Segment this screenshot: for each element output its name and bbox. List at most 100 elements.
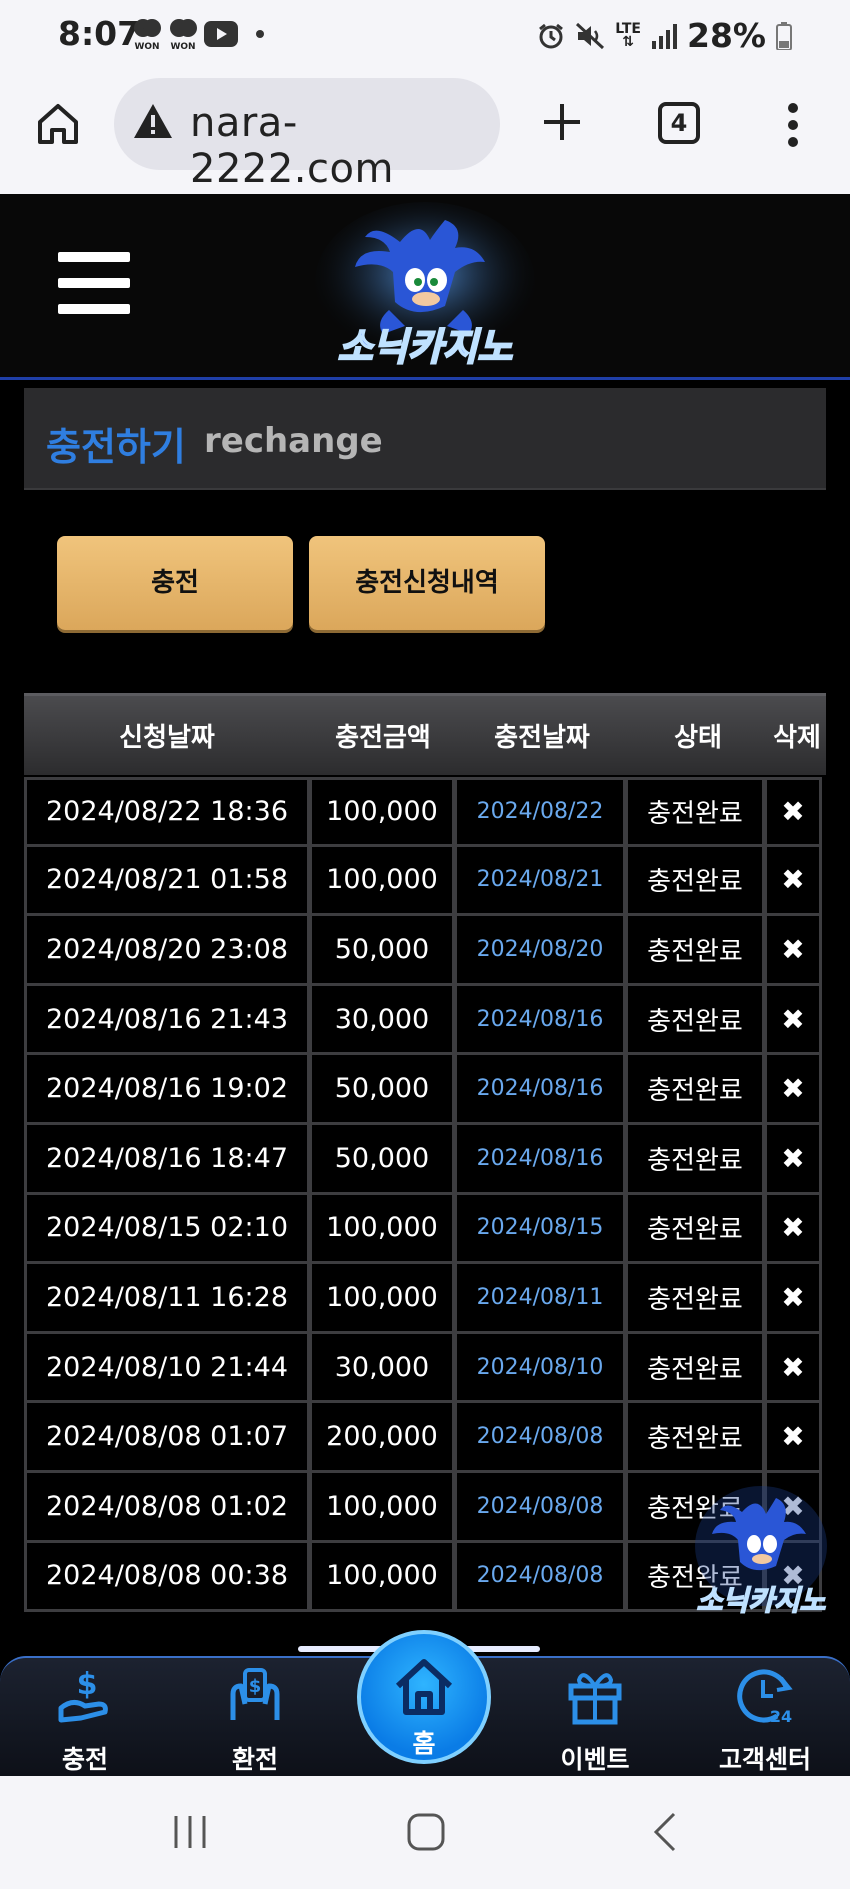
home-nav-icon[interactable] [406,1812,446,1852]
table-row: 2024/08/22 18:36 100,000 2024/08/22 충전완료 ✖ [24,777,826,847]
battery-icon [776,21,792,50]
request-date-cell: 2024/08/15 02:10 [24,1194,310,1265]
delete-icon[interactable]: ✖ [764,1264,822,1334]
charge-date-cell: 2024/08/16 [454,985,626,1056]
table-row: 2024/08/11 16:28 100,000 2024/08/11 충전완료 ✖ [24,1264,826,1334]
request-date-cell: 2024/08/10 21:44 [24,1333,310,1404]
charge-date-cell: 2024/08/20 [454,916,626,986]
floating-mascot-logo[interactable]: 소닉카지노 [692,1482,830,1620]
nav-exchange[interactable]: $ 환전 [190,1658,320,1778]
nav-home-button[interactable]: 홈 [357,1630,491,1764]
site-header: 소닉카지노 [0,194,850,380]
status-cell: 충전완료 [625,777,765,847]
logo-text: 소닉카지노 [338,325,513,369]
status-cell: 충전완료 [625,916,765,986]
sonic-casino-logo[interactable]: 소닉카지노 [305,202,545,372]
delete-icon[interactable]: ✖ [764,985,822,1056]
nav-home-label: 홈 [412,1729,436,1758]
not-secure-warning-icon[interactable] [132,102,174,140]
delete-icon[interactable]: ✖ [764,1055,822,1125]
request-date-cell: 2024/08/16 18:47 [24,1124,310,1195]
nav-charge[interactable]: $ 충전 [20,1658,150,1778]
hamburger-menu-icon[interactable] [58,252,130,314]
header-request-date: 신청날짜 [119,723,215,753]
new-tab-icon[interactable] [540,100,584,144]
request-date-cell: 2024/08/11 16:28 [24,1264,310,1334]
charge-date-cell: 2024/08/22 [454,777,626,847]
status-cell: 충전완료 [625,1124,765,1195]
nav-event[interactable]: 이벤트 [530,1658,660,1778]
address-bar[interactable]: nara-2222.com [114,78,500,192]
won-notification-icon: WON [132,18,162,52]
lte-indicator: LTE ⇅ [615,20,641,50]
overflow-menu-icon[interactable] [787,102,799,148]
amount-cell: 50,000 [309,1055,455,1125]
tab-switcher-button[interactable]: 4 [658,102,700,144]
request-date-cell: 2024/08/08 01:07 [24,1403,310,1473]
notification-icons: WON WON [132,18,264,52]
mascot-logo-text: 소닉카지노 [697,1584,826,1617]
request-date-cell: 2024/08/22 18:36 [24,777,310,847]
system-nav-bar [0,1776,850,1889]
delete-icon[interactable]: ✖ [764,846,822,917]
youtube-icon [204,21,238,47]
header-charge-date: 충전날짜 [494,723,590,753]
status-cell: 충전완료 [625,1333,765,1404]
won-label: WON [134,42,160,52]
header-status: 상태 [674,723,722,753]
delete-icon[interactable]: ✖ [764,1403,822,1473]
header-amount: 충전금액 [335,723,431,753]
recent-apps-icon[interactable] [170,1812,210,1852]
delete-icon[interactable]: ✖ [764,777,822,847]
table-row: 2024/08/15 02:10 100,000 2024/08/15 충전완료 ✖ [24,1194,826,1265]
home-icon [395,1659,453,1715]
svg-text:$: $ [77,1667,98,1702]
table-row: 2024/08/16 18:47 50,000 2024/08/16 충전완료 ✖ [24,1124,826,1195]
charge-date-cell: 2024/08/16 [454,1055,626,1125]
won-notification-icon: WON [168,18,198,52]
status-time: 8:07 [58,14,141,53]
delete-icon[interactable]: ✖ [764,1333,822,1404]
status-cell: 충전완료 [625,985,765,1056]
nav-support-label: 고객센터 [718,1745,811,1774]
charge-history-table: 신청날짜 충전금액 충전날짜 상태 삭제 2024/08/22 18:36 100… [24,693,826,1613]
status-cell: 충전완료 [625,1194,765,1265]
svg-text:$: $ [249,1676,262,1697]
delete-icon[interactable]: ✖ [764,916,822,986]
amount-cell: 200,000 [309,1403,455,1473]
charge-icon: $ [58,1667,108,1723]
charge-date-cell: 2024/08/15 [454,1194,626,1265]
nav-support[interactable]: 24 고객센터 [700,1658,830,1778]
request-date-cell: 2024/08/08 00:38 [24,1542,310,1613]
more-notifications-dot [256,30,264,38]
status-cell: 충전완료 [625,1264,765,1334]
request-date-cell: 2024/08/16 21:43 [24,985,310,1056]
alarm-icon [539,23,564,48]
page-title: 충전하기 [46,425,186,469]
status-bar: 8:07 WON WON LTE ⇅ 28% [0,0,850,72]
amount-cell: 50,000 [309,916,455,986]
delete-icon[interactable]: ✖ [764,1194,822,1265]
mute-icon [576,22,605,49]
browser-toolbar: nara-2222.com 4 [0,72,850,194]
home-icon[interactable] [34,100,82,148]
won-label: WON [170,42,196,52]
charge-history-button[interactable]: 충전신청내역 [309,536,545,630]
charge-button[interactable]: 충전 [57,536,293,630]
nav-event-label: 이벤트 [560,1745,630,1774]
gift-icon [568,1673,622,1725]
table-header: 신청날짜 충전금액 충전날짜 상태 삭제 [24,693,826,775]
amount-cell: 30,000 [309,985,455,1056]
charge-date-cell: 2024/08/08 [454,1542,626,1613]
charge-date-cell: 2024/08/21 [454,846,626,917]
amount-cell: 50,000 [309,1124,455,1195]
header-delete: 삭제 [773,723,821,753]
page-title-bar: 충전하기 rechange [24,388,826,490]
amount-cell: 100,000 [309,1264,455,1334]
delete-icon[interactable]: ✖ [764,1124,822,1195]
exchange-icon: $ [230,1668,280,1720]
battery-percent: 28% [687,16,766,55]
back-icon[interactable] [650,1812,680,1852]
url-text[interactable]: nara-2222.com [190,100,500,192]
request-date-cell: 2024/08/21 01:58 [24,846,310,917]
